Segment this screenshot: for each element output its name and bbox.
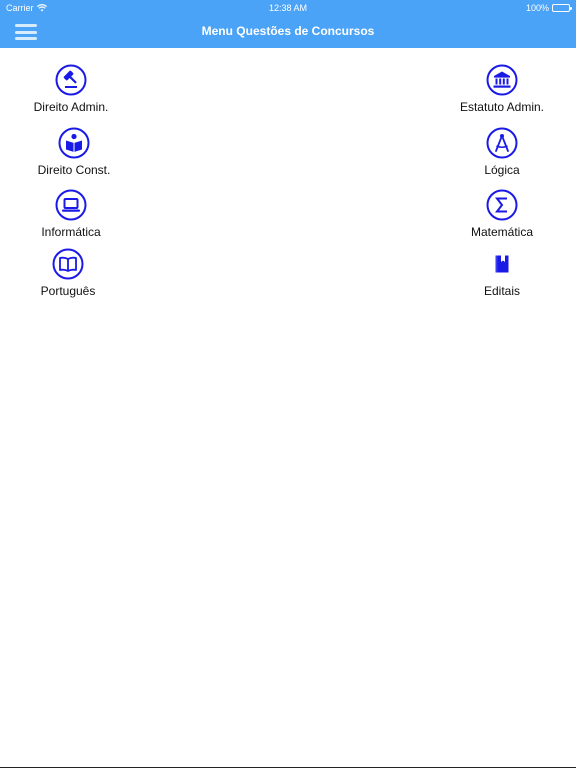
menu-item-label: Direito Const. [37,163,111,177]
menu-item-direito-admin[interactable]: Direito Admin. [11,64,131,114]
menu-item-portugues[interactable]: Português [8,248,128,298]
bookmark-book-icon [495,255,509,273]
menu-item-label: Lógica [484,163,520,177]
status-bar: Carrier 12:38 AM 100% [0,0,576,16]
menu-item-editais[interactable]: Editais [442,248,562,298]
status-time: 12:38 AM [268,3,308,13]
sigma-icon [486,189,518,221]
menu-item-matematica[interactable]: Matemática [442,189,562,239]
laptop-icon [55,189,87,221]
menu-item-direito-const[interactable]: Direito Const. [14,127,134,177]
carrier-label: Carrier [6,3,34,13]
status-battery: 100% [525,3,572,13]
menu-grid: Direito Admin. Direito Const. Informátic… [0,48,576,768]
status-carrier: Carrier [6,3,47,13]
menu-item-estatuto-admin[interactable]: Estatuto Admin. [442,64,562,114]
menu-item-logica[interactable]: Lógica [442,127,562,177]
book-open-icon [52,248,84,280]
navigation-bar: Menu Questões de Concursos [0,16,576,48]
menu-item-label: Informática [41,225,101,239]
institution-icon [486,64,518,96]
menu-item-label: Matemática [470,225,534,239]
battery-icon [552,4,572,12]
menu-item-label: Português [40,284,96,298]
menu-item-informatica[interactable]: Informática [11,189,131,239]
page-title: Menu Questões de Concursos [201,24,375,38]
gavel-icon [55,64,87,96]
wifi-icon [36,4,47,12]
menu-item-label: Estatuto Admin. [459,100,545,114]
reader-icon [58,127,90,159]
battery-percentage: 100% [525,3,549,13]
menu-item-label: Editais [483,284,521,298]
compass-icon [486,127,518,159]
menu-item-label: Direito Admin. [33,100,109,114]
